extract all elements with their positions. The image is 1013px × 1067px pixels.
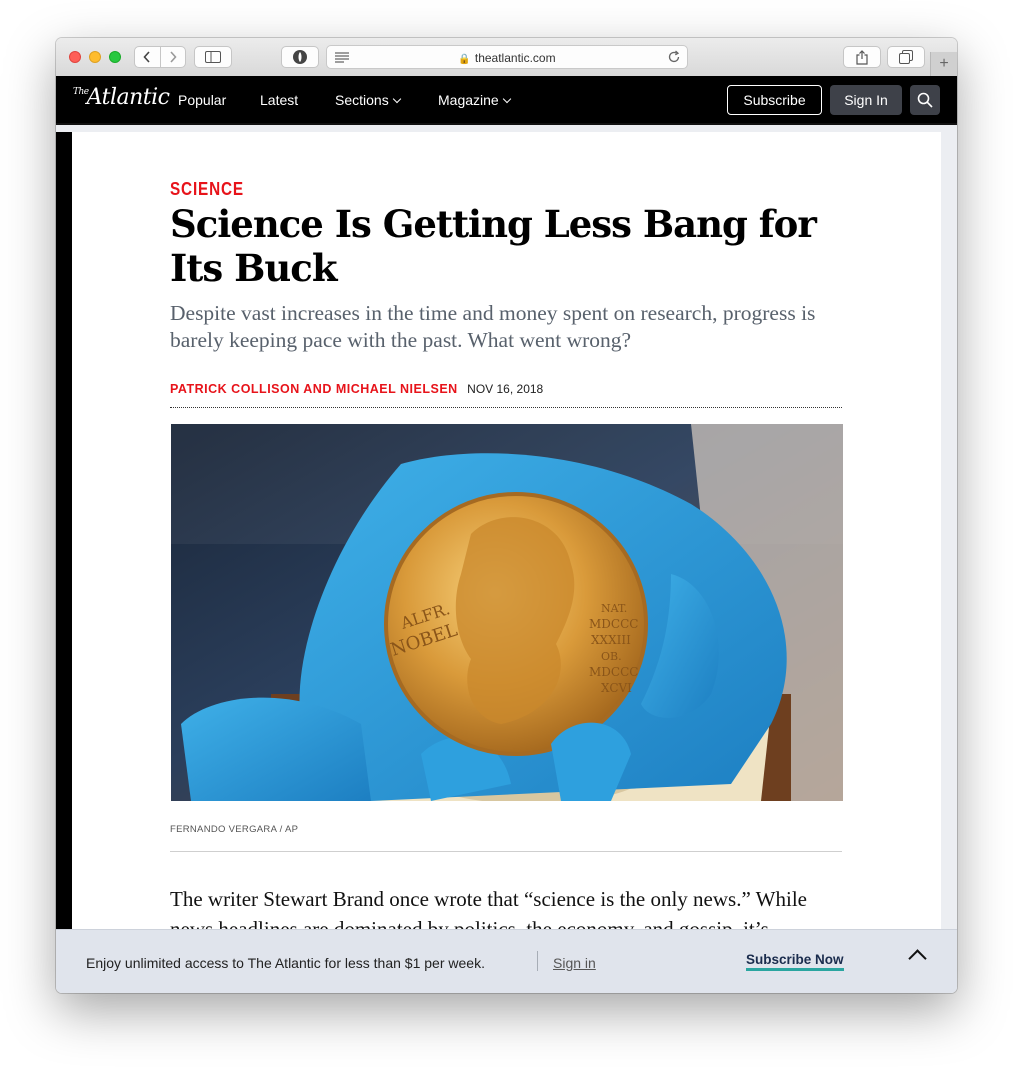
search-icon <box>917 92 933 108</box>
chevron-left-icon <box>143 51 150 63</box>
image-caption: FERNANDO VERGARA / AP <box>170 824 299 835</box>
address-bar[interactable]: 🔒 theatlantic.com <box>326 45 688 69</box>
browser-window: 🔒 theatlantic.com + TheAtlantic Popular L… <box>56 38 957 993</box>
nav-sections[interactable]: Sections <box>335 92 401 108</box>
author-links[interactable]: PATRICK COLLISON AND MICHAEL NIELSEN <box>170 382 458 396</box>
nav-popular[interactable]: Popular <box>178 92 226 108</box>
svg-text:XXXIII: XXXIII <box>591 633 631 647</box>
subscription-banner: Enjoy unlimited access to The Atlantic f… <box>56 929 957 993</box>
close-window-button[interactable] <box>69 51 81 63</box>
share-icon <box>856 49 868 65</box>
banner-message: Enjoy unlimited access to The Atlantic f… <box>86 955 485 971</box>
byline-divider <box>170 407 842 408</box>
chevron-down-icon <box>392 94 401 104</box>
chevron-right-icon <box>170 51 177 63</box>
url-text: theatlantic.com <box>474 51 556 65</box>
subscribe-button[interactable]: Subscribe <box>727 85 822 115</box>
privacy-report-button[interactable] <box>281 46 319 68</box>
byline: PATRICK COLLISON AND MICHAEL NIELSEN NOV… <box>170 382 543 396</box>
new-tab-button[interactable]: + <box>930 52 957 76</box>
subscribe-now-link[interactable]: Subscribe Now <box>746 952 844 971</box>
history-nav <box>134 46 186 68</box>
lock-icon: 🔒 <box>458 54 471 65</box>
section-kicker[interactable]: SCIENCE <box>170 179 244 200</box>
search-button[interactable] <box>910 85 940 115</box>
page-content: SCIENCE Science Is Getting Less Bang for… <box>56 123 957 929</box>
svg-text:MDCCC: MDCCC <box>589 617 638 631</box>
article-headline: Science Is Getting Less Bang for Its Buc… <box>170 202 817 290</box>
nav-magazine[interactable]: Magazine <box>438 92 511 108</box>
publish-date: NOV 16, 2018 <box>467 382 544 396</box>
svg-text:MDCCC: MDCCC <box>589 665 638 679</box>
article-dek: Despite vast increases in the time and m… <box>170 301 816 352</box>
forward-button[interactable] <box>161 47 186 67</box>
shield-icon <box>293 50 307 64</box>
atlantic-logo[interactable]: TheAtlantic <box>73 85 170 110</box>
article-body: The writer Stewart Brand once wrote that… <box>170 887 807 929</box>
share-button[interactable] <box>843 46 881 68</box>
tabs-icon <box>899 50 913 64</box>
minimize-window-button[interactable] <box>89 51 101 63</box>
hero-image: ALFR. NOBEL NAT. MDCCC XXXIII OB. MDCCC … <box>171 424 843 801</box>
nav-sections-label: Sections <box>335 92 389 108</box>
browser-toolbar: 🔒 theatlantic.com + <box>56 38 957 77</box>
chevron-down-icon <box>502 94 511 104</box>
site-header: TheAtlantic Popular Latest Sections Maga… <box>56 76 957 123</box>
reload-icon <box>668 50 680 63</box>
sidebar-button[interactable] <box>194 46 232 68</box>
url-display: 🔒 theatlantic.com <box>327 51 687 65</box>
nobel-medal-photo: ALFR. NOBEL NAT. MDCCC XXXIII OB. MDCCC … <box>171 424 843 801</box>
svg-text:NAT.: NAT. <box>601 602 627 615</box>
caption-divider <box>170 851 842 852</box>
back-button[interactable] <box>135 47 161 67</box>
nav-latest[interactable]: Latest <box>260 92 298 108</box>
article: SCIENCE Science Is Getting Less Bang for… <box>72 132 941 929</box>
nav-magazine-label: Magazine <box>438 92 499 108</box>
svg-text:OB.: OB. <box>601 650 622 663</box>
sidebar-icon <box>205 51 221 63</box>
tabs-overview-button[interactable] <box>887 46 925 68</box>
banner-divider <box>537 951 538 971</box>
header-rule <box>56 123 957 125</box>
zoom-window-button[interactable] <box>109 51 121 63</box>
chevron-up-icon[interactable] <box>908 949 927 968</box>
plus-icon: + <box>939 55 949 72</box>
sign-in-button[interactable]: Sign In <box>830 85 902 115</box>
banner-sign-in-link[interactable]: Sign in <box>553 955 596 971</box>
svg-text:XCVI: XCVI <box>601 681 632 695</box>
left-border <box>56 132 72 929</box>
